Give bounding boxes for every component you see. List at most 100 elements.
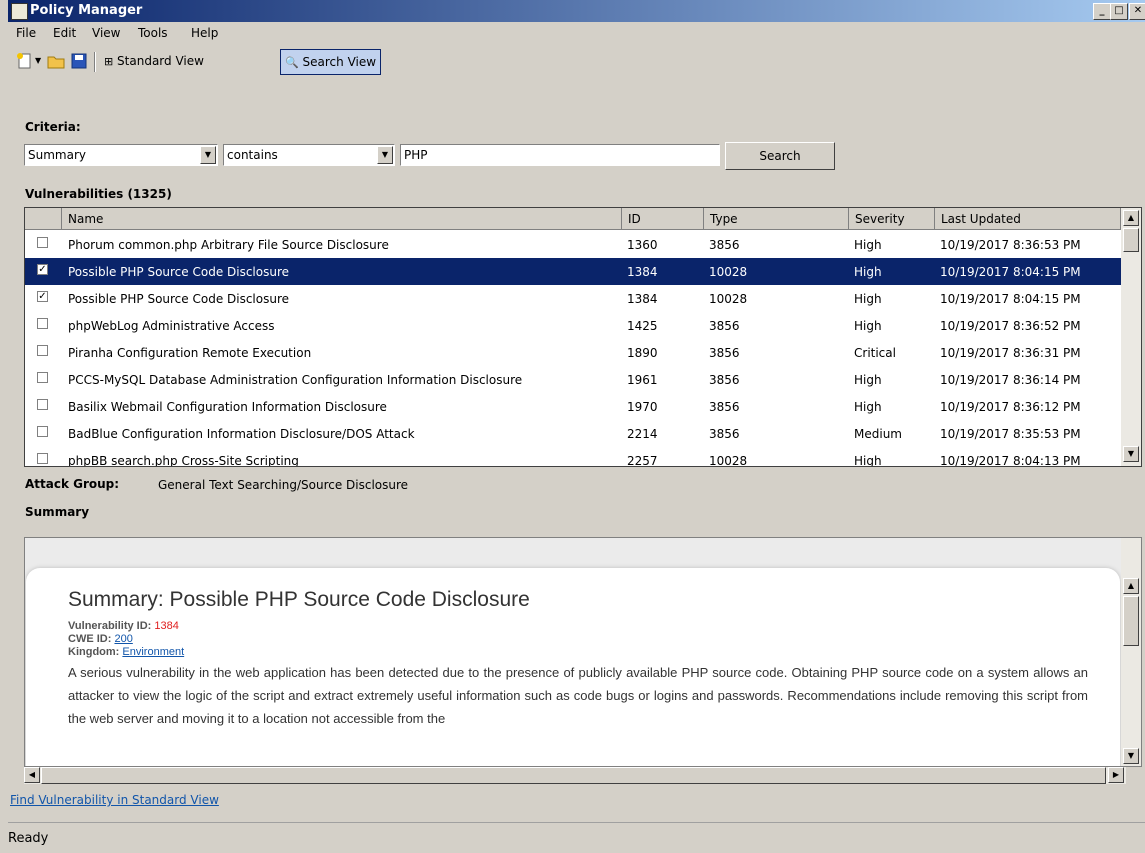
table-row[interactable]: phpBB search.php Cross-Site Scripting 225… <box>25 447 1121 467</box>
title-bar: Policy Manager _ □ ✕ <box>8 0 1145 22</box>
cell-severity: High <box>854 292 882 306</box>
row-checkbox[interactable] <box>37 318 48 329</box>
horizontal-scroll-thumb[interactable] <box>41 767 1106 784</box>
menu-view[interactable]: View <box>92 26 120 40</box>
cell-type: 10028 <box>709 292 748 306</box>
vulnerability-id-line: Vulnerability ID: 1384 <box>68 620 179 632</box>
maximize-button[interactable]: □ <box>1110 3 1128 20</box>
cwe-id-link[interactable]: 200 <box>114 633 132 645</box>
status-text: Ready <box>8 831 49 846</box>
search-view-label: Search View <box>302 55 377 69</box>
close-button[interactable]: ✕ <box>1129 3 1145 20</box>
cell-updated: 10/19/2017 8:04:15 PM <box>940 265 1081 279</box>
row-checkbox[interactable]: ✓ <box>37 291 48 302</box>
cell-name: PCCS-MySQL Database Administration Confi… <box>68 373 523 387</box>
table-row[interactable]: ✓ Possible PHP Source Code Disclosure 1384… <box>25 285 1121 312</box>
field-select-value: Summary <box>28 148 86 162</box>
toolbar: ▼ ⊞ Standard View 🔍 Search View <box>8 46 1145 76</box>
row-checkbox[interactable] <box>37 399 48 410</box>
attack-group-value: General Text Searching/Source Disclosure <box>158 478 409 492</box>
column-header-checkbox[interactable] <box>25 208 62 230</box>
scroll-down-icon[interactable]: ▼ <box>1123 748 1139 764</box>
scroll-right-icon[interactable]: ▶ <box>1108 767 1124 783</box>
chevron-down-icon[interactable]: ▼ <box>377 146 393 164</box>
field-select[interactable]: Summary ▼ <box>24 144 218 166</box>
cell-updated: 10/19/2017 8:04:15 PM <box>940 292 1081 306</box>
criteria-label: Criteria: <box>25 120 81 134</box>
hierarchy-icon: ⊞ <box>104 55 114 68</box>
column-header-id[interactable]: ID <box>622 208 704 230</box>
cell-severity: Critical <box>854 346 896 360</box>
table-row[interactable]: Piranha Configuration Remote Execution 18… <box>25 339 1121 366</box>
cell-name: Basilix Webmail Configuration Informatio… <box>68 400 387 414</box>
row-checkbox[interactable] <box>37 345 48 356</box>
search-button[interactable]: Search <box>725 142 835 170</box>
menu-tools[interactable]: Tools <box>138 26 168 40</box>
operator-select[interactable]: contains ▼ <box>223 144 395 166</box>
menu-bar: File Edit View Tools Help <box>8 22 1145 44</box>
summary-scrollbar[interactable]: ▲ ▼ <box>1121 538 1141 766</box>
table-scrollbar[interactable]: ▲ ▼ <box>1121 208 1141 466</box>
search-input[interactable]: PHP <box>400 144 720 166</box>
cell-id: 1970 <box>627 400 658 414</box>
cell-name: phpBB search.php Cross-Site Scripting <box>68 454 299 467</box>
cell-name: Possible PHP Source Code Disclosure <box>68 265 290 279</box>
cell-updated: 10/19/2017 8:36:52 PM <box>940 319 1081 333</box>
cell-type: 10028 <box>709 265 748 279</box>
table-row[interactable]: PCCS-MySQL Database Administration Confi… <box>25 366 1121 393</box>
summary-horizontal-scrollbar[interactable]: ◀ ▶ <box>24 767 1126 784</box>
table-row[interactable]: Phorum common.php Arbitrary File Source … <box>25 231 1121 258</box>
column-header-name[interactable]: Name <box>62 208 622 230</box>
minimize-button[interactable]: _ <box>1093 3 1111 20</box>
scroll-left-icon[interactable]: ◀ <box>24 767 40 783</box>
standard-view-button[interactable]: ⊞ Standard View <box>100 49 208 73</box>
column-header-type[interactable]: Type <box>704 208 849 230</box>
menu-file[interactable]: File <box>16 26 36 40</box>
save-icon[interactable] <box>70 52 88 70</box>
row-checkbox[interactable]: ✓ <box>37 264 48 275</box>
cell-name: BadBlue Configuration Information Disclo… <box>68 427 415 441</box>
toolbar-separator <box>94 52 96 72</box>
cell-name: Possible PHP Source Code Disclosure <box>68 292 290 306</box>
cell-type: 3856 <box>709 373 740 387</box>
summary-section-label: Summary <box>25 505 90 519</box>
cell-id: 1890 <box>627 346 658 360</box>
new-dropdown-icon[interactable]: ▼ <box>35 56 41 65</box>
row-checkbox[interactable] <box>37 237 48 248</box>
new-file-icon[interactable] <box>16 52 34 70</box>
menu-edit[interactable]: Edit <box>53 26 76 40</box>
cell-id: 1384 <box>627 265 658 279</box>
column-header-severity[interactable]: Severity <box>849 208 935 230</box>
open-folder-icon[interactable] <box>47 52 65 70</box>
cell-severity: High <box>854 400 882 414</box>
cell-name: Piranha Configuration Remote Execution <box>68 346 312 360</box>
menu-help[interactable]: Help <box>191 26 218 40</box>
cell-severity: High <box>854 265 882 279</box>
cell-severity: High <box>854 373 882 387</box>
kingdom-link[interactable]: Environment <box>122 646 184 658</box>
cell-id: 1961 <box>627 373 658 387</box>
row-checkbox[interactable] <box>37 453 48 464</box>
row-checkbox[interactable] <box>37 372 48 383</box>
kingdom-label: Kingdom: <box>68 646 120 658</box>
window-title: Policy Manager <box>30 3 143 18</box>
scroll-up-icon[interactable]: ▲ <box>1123 578 1139 594</box>
find-vulnerability-link[interactable]: Find Vulnerability in Standard View <box>10 793 219 807</box>
summary-card: Summary: Possible PHP Source Code Disclo… <box>26 568 1120 766</box>
table-row[interactable]: ✓ Possible PHP Source Code Disclosure 1384… <box>25 258 1121 285</box>
table-row[interactable]: BadBlue Configuration Information Disclo… <box>25 420 1121 447</box>
cell-type: 3856 <box>709 238 740 252</box>
column-header-last-updated[interactable]: Last Updated <box>935 208 1121 230</box>
scroll-up-icon[interactable]: ▲ <box>1123 210 1139 226</box>
row-checkbox[interactable] <box>37 426 48 437</box>
chevron-down-icon[interactable]: ▼ <box>200 146 216 164</box>
scroll-down-icon[interactable]: ▼ <box>1123 446 1139 462</box>
cwe-id-label: CWE ID: <box>68 633 112 645</box>
scroll-thumb[interactable] <box>1123 596 1139 646</box>
cell-id: 1425 <box>627 319 658 333</box>
scroll-thumb[interactable] <box>1123 228 1139 252</box>
cell-name: Phorum common.php Arbitrary File Source … <box>68 238 389 252</box>
table-row[interactable]: phpWebLog Administrative Access 1425 3856 H… <box>25 312 1121 339</box>
table-row[interactable]: Basilix Webmail Configuration Informatio… <box>25 393 1121 420</box>
search-view-button[interactable]: 🔍 Search View <box>280 49 382 75</box>
